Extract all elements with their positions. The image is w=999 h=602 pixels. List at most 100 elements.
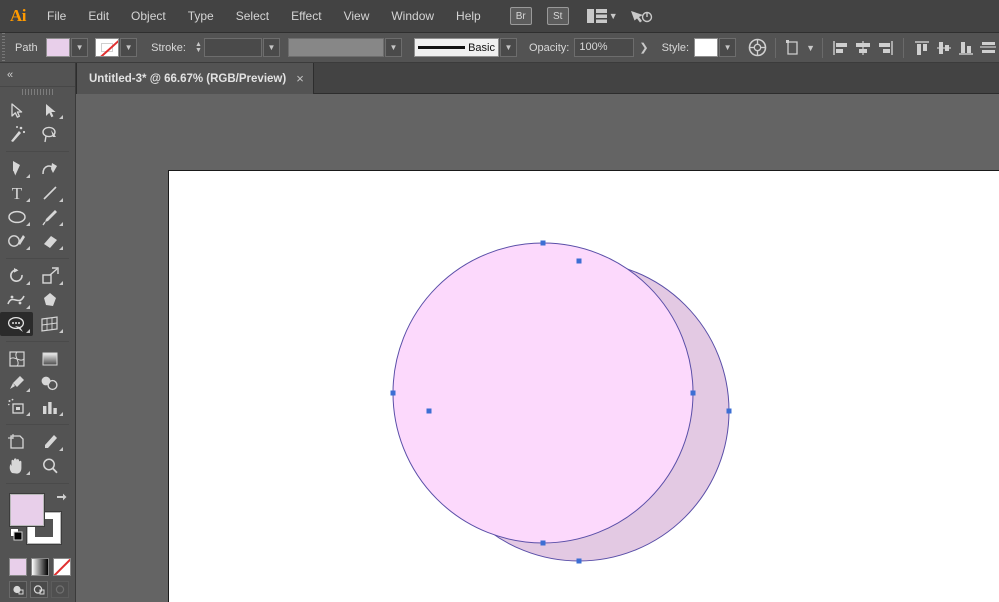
anchor-point[interactable] (426, 408, 432, 414)
canvas-workspace[interactable] (76, 94, 999, 602)
opacity-more-button[interactable]: ❯ (634, 41, 653, 54)
tool-row-7 (0, 264, 75, 288)
fill-dropdown-button[interactable]: ▼ (71, 38, 89, 57)
stroke-weight-dropdown[interactable]: ▼ (262, 38, 280, 57)
document-tab[interactable]: Untitled-3* @ 66.67% (RGB/Preview) × (76, 63, 314, 94)
default-fill-stroke-icon[interactable] (10, 528, 23, 541)
brush-definition-select[interactable]: Basic (413, 38, 499, 57)
tool-perspective-grid[interactable] (33, 312, 66, 336)
draw-inside-icon[interactable] (51, 581, 69, 598)
variable-width-dropdown[interactable]: ▼ (384, 38, 402, 57)
double-chevron-left-icon: « (7, 68, 14, 81)
menu-file[interactable]: File (36, 0, 77, 33)
brush-definition-dropdown[interactable]: ▼ (499, 38, 517, 57)
recolor-artwork-button[interactable] (746, 37, 768, 59)
stroke-swatch[interactable] (95, 38, 120, 57)
menu-view[interactable]: View (333, 0, 381, 33)
tool-pen[interactable] (0, 157, 33, 181)
control-panel-grip[interactable] (0, 32, 7, 63)
pointer-tool-icon[interactable] (629, 6, 653, 26)
scale-icon (41, 267, 59, 284)
front-circle-shape[interactable] (392, 242, 694, 544)
menu-edit[interactable]: Edit (77, 0, 120, 33)
tool-shape-builder[interactable] (0, 312, 33, 336)
fill-swatch[interactable] (46, 38, 71, 57)
none-swatch-icon[interactable] (53, 558, 71, 576)
tool-free-transform[interactable] (33, 288, 66, 312)
tool-width[interactable] (0, 288, 33, 312)
tool-eraser[interactable] (33, 229, 66, 253)
draw-behind-icon[interactable] (30, 581, 48, 598)
tool-zoom[interactable] (33, 454, 66, 478)
tool-eyedropper[interactable] (0, 371, 33, 395)
transform-chevron-down-icon[interactable]: ▼ (806, 43, 815, 53)
tool-column-graph[interactable] (33, 395, 66, 419)
tool-selection[interactable] (0, 98, 33, 122)
bridge-button[interactable]: Br (509, 7, 532, 25)
stroke-weight-input[interactable] (203, 38, 262, 57)
tool-mesh[interactable] (0, 347, 33, 371)
menu-effect[interactable]: Effect (280, 0, 332, 33)
tool-paintbrush[interactable] (33, 205, 66, 229)
align-right-icon (879, 40, 893, 55)
arrange-documents-button[interactable]: ▼ (586, 8, 618, 24)
anchor-point[interactable] (540, 540, 546, 546)
stock-button[interactable]: St (546, 7, 569, 25)
tool-scale[interactable] (33, 264, 66, 288)
close-icon[interactable]: × (296, 72, 304, 85)
variable-width-profile-input[interactable] (287, 38, 384, 57)
transform-button[interactable] (783, 37, 805, 59)
distribute-top-button[interactable] (977, 37, 999, 59)
menu-window[interactable]: Window (380, 0, 445, 33)
tool-symbol-sprayer[interactable] (0, 395, 33, 419)
tool-ellipse[interactable] (0, 205, 33, 229)
tool-lasso[interactable] (33, 122, 66, 146)
anchor-point[interactable] (690, 390, 696, 396)
tool-curvature[interactable] (33, 157, 66, 181)
tools-panel: « T (0, 63, 76, 602)
draw-normal-icon[interactable] (9, 581, 27, 598)
anchor-point[interactable] (576, 258, 582, 264)
tool-gradient[interactable] (33, 347, 66, 371)
align-right-button[interactable] (874, 37, 896, 59)
artboard[interactable] (168, 170, 999, 602)
gradient-swatch-icon[interactable] (31, 558, 49, 576)
toolbar-fill-swatch[interactable] (10, 494, 44, 526)
tool-shaper[interactable] (0, 229, 33, 253)
color-swatch-icon[interactable] (9, 558, 27, 576)
swap-fill-stroke-icon[interactable] (55, 492, 68, 505)
stroke-weight-stepper[interactable]: ▲ ▼ (193, 38, 204, 57)
align-bottom-button[interactable] (955, 37, 977, 59)
tool-blend[interactable] (33, 371, 66, 395)
anchor-point[interactable] (576, 558, 582, 564)
tool-magic-wand[interactable] (0, 122, 33, 146)
tool-type[interactable]: T (0, 181, 33, 205)
anchor-point[interactable] (726, 408, 732, 414)
align-horizontal-center-button[interactable] (852, 37, 874, 59)
color-mode-buttons (0, 554, 75, 576)
tool-direct-selection[interactable] (33, 98, 66, 122)
menu-object[interactable]: Object (120, 0, 177, 33)
align-vertical-center-button[interactable] (933, 37, 955, 59)
menu-help[interactable]: Help (445, 0, 492, 33)
magic-wand-icon (10, 126, 25, 142)
menu-type[interactable]: Type (177, 0, 225, 33)
graphic-style-swatch[interactable] (694, 38, 719, 57)
anchor-point[interactable] (540, 240, 546, 246)
tool-row-13 (0, 430, 75, 454)
blend-icon (41, 376, 58, 391)
tools-panel-collapse-button[interactable]: « (0, 63, 75, 87)
fill-stroke-cluster (0, 492, 76, 554)
anchor-point[interactable] (390, 390, 396, 396)
tool-slice[interactable] (33, 430, 66, 454)
tool-hand[interactable] (0, 454, 33, 478)
stroke-dropdown-button[interactable]: ▼ (120, 38, 138, 57)
align-left-button[interactable] (830, 37, 852, 59)
align-top-button[interactable] (911, 37, 933, 59)
menu-select[interactable]: Select (225, 0, 280, 33)
opacity-input[interactable]: 100% (574, 38, 635, 57)
tool-artboard[interactable] (0, 430, 33, 454)
tool-rotate[interactable] (0, 264, 33, 288)
tool-line-segment[interactable] (33, 181, 66, 205)
graphic-style-dropdown[interactable]: ▼ (719, 38, 737, 57)
